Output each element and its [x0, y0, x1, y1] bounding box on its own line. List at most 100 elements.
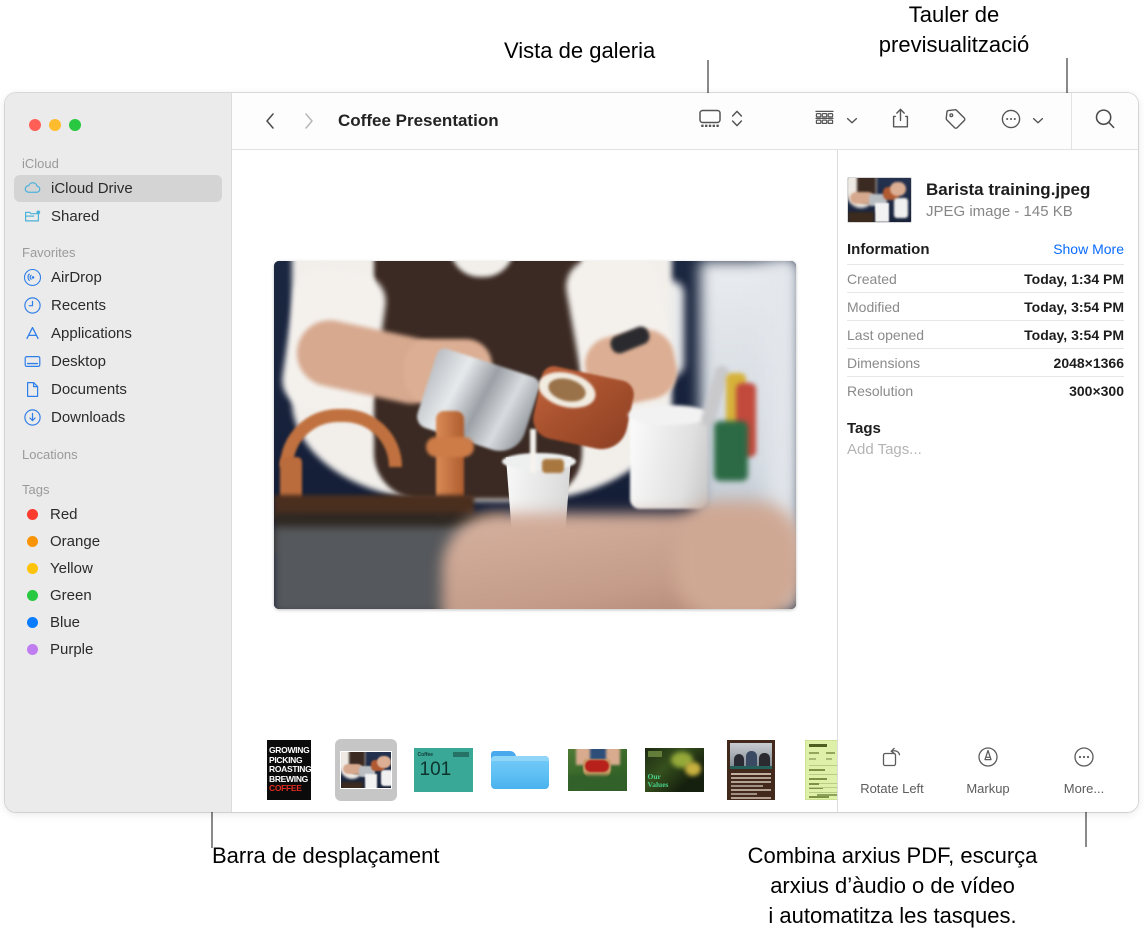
group-items-button[interactable]	[808, 104, 863, 138]
info-key: Resolution	[847, 383, 914, 399]
chevron-down-icon	[1032, 112, 1044, 130]
tag-dot-icon	[27, 535, 38, 547]
thumbnail-coffee-101-slide[interactable]: Coffee 101	[412, 739, 474, 801]
info-key: Dimensions	[847, 355, 921, 371]
callout-more-actions: Combina arxius PDF, escurça arxius d’àud…	[747, 843, 1038, 928]
more-actions-button[interactable]	[995, 104, 1049, 138]
more-label: More...	[1063, 781, 1105, 796]
close-button[interactable]	[29, 119, 41, 131]
sidebar-section-favorites: Favorites	[22, 245, 76, 260]
downloads-icon	[23, 408, 42, 427]
rotate-left-button[interactable]: Rotate Left	[844, 745, 940, 796]
search-button[interactable]	[1072, 104, 1138, 138]
tag-dot-icon	[27, 643, 38, 655]
sidebar-section-locations: Locations	[22, 447, 78, 462]
preview-actions: Rotate Left Markup More...	[838, 745, 1138, 812]
info-key: Last opened	[847, 327, 925, 343]
clock-icon	[23, 296, 42, 315]
scroll-bar[interactable]: GROWING PICKING ROASTING BREWING COFFEE	[232, 728, 837, 812]
sidebar-item-documents[interactable]: Documents	[14, 376, 222, 403]
info-value: Today, 1:34 PM	[1024, 271, 1124, 287]
info-row-last-opened: Last opened Today, 3:54 PM	[847, 320, 1124, 348]
thumb-accent-line: COFFEE	[269, 783, 302, 794]
finder-window: iCloud iCloud Drive Shared Favorites Air…	[5, 93, 1138, 812]
sidebar-item-icloud-drive[interactable]: iCloud Drive	[14, 175, 222, 202]
thumb-number: 101	[419, 759, 452, 780]
more-button[interactable]: More...	[1036, 745, 1132, 796]
thumbnail-folder[interactable]	[489, 739, 551, 801]
sidebar: iCloud iCloud Drive Shared Favorites Air…	[5, 93, 231, 812]
add-tags-input[interactable]: Add Tags...	[847, 441, 1124, 458]
markup-button[interactable]: Markup	[940, 745, 1036, 796]
hero-preview-image[interactable]	[273, 261, 796, 609]
sidebar-item-applications[interactable]: Applications	[14, 320, 222, 347]
sidebar-item-label: Purple	[50, 640, 94, 658]
tag-dot-icon	[27, 589, 38, 601]
sidebar-item-shared[interactable]: Shared	[14, 203, 222, 230]
callout-preview-panel: Tauler de previsualització	[878, 2, 1030, 57]
sidebar-item-label: Red	[50, 505, 78, 523]
info-row-resolution: Resolution 300×300	[847, 376, 1124, 404]
thumbnail-coffee-cherries-photo[interactable]	[566, 739, 628, 801]
file-thumbnail	[847, 177, 912, 223]
sidebar-item-label: Green	[50, 586, 92, 604]
sidebar-item-label: Blue	[50, 613, 81, 631]
rotate-left-icon	[879, 745, 905, 774]
thumbnail-meeting-document[interactable]	[720, 739, 782, 801]
sidebar-item-label: Shared	[51, 208, 100, 225]
rotate-left-label: Rotate Left	[860, 781, 924, 796]
file-kind: JPEG image - 145 KB	[926, 202, 1073, 220]
group-items-icon	[813, 108, 836, 134]
window-controls[interactable]	[29, 119, 81, 131]
info-value: Today, 3:54 PM	[1024, 327, 1124, 343]
info-key: Modified	[847, 299, 900, 315]
sidebar-item-label: iCloud Drive	[51, 180, 133, 197]
thumbnail-barista-training-photo[interactable]	[335, 739, 397, 801]
info-value: 300×300	[1069, 383, 1124, 399]
view-gallery-button[interactable]	[693, 104, 748, 138]
gallery-pane: GROWING PICKING ROASTING BREWING COFFEE	[232, 150, 837, 812]
thumbnail-our-values-slide[interactable]: Our Values	[643, 739, 705, 801]
preview-panel: Barista training.jpeg JPEG image - 145 K…	[837, 150, 1138, 812]
back-button[interactable]	[257, 106, 283, 136]
thumbnail-growing-picking-roasting-brewing-coffee-slide[interactable]: GROWING PICKING ROASTING BREWING COFFEE	[258, 739, 320, 801]
thumb-title: Coffee	[417, 752, 434, 758]
show-more-link[interactable]: Show More	[1053, 241, 1124, 257]
share-icon	[890, 107, 911, 135]
airdrop-icon	[23, 268, 42, 287]
minimize-button[interactable]	[49, 119, 61, 131]
sidebar-item-tag-blue[interactable]: Blue	[14, 609, 222, 635]
sidebar-item-airdrop[interactable]: AirDrop	[14, 264, 222, 291]
thumb-line-2: Values	[647, 780, 669, 789]
forward-button[interactable]	[295, 106, 321, 136]
sidebar-item-tag-purple[interactable]: Purple	[14, 636, 222, 662]
page-title: Coffee Presentation	[338, 111, 499, 130]
toolbar: Coffee Presentation	[232, 93, 1138, 150]
share-button[interactable]	[885, 104, 916, 138]
applications-icon	[23, 324, 42, 343]
sidebar-item-label: Desktop	[51, 353, 107, 370]
search-icon	[1093, 107, 1117, 136]
sidebar-item-tag-green[interactable]: Green	[14, 582, 222, 608]
chevron-up-down-icon	[731, 108, 743, 134]
sidebar-section-tags: Tags	[22, 482, 50, 497]
info-key: Created	[847, 271, 897, 287]
icloud-icon	[23, 179, 42, 198]
sidebar-item-downloads[interactable]: Downloads	[14, 404, 222, 431]
sidebar-item-label: Yellow	[50, 559, 93, 577]
markup-label: Markup	[966, 781, 1010, 796]
info-row-modified: Modified Today, 3:54 PM	[847, 292, 1124, 320]
sidebar-item-tag-red[interactable]: Red	[14, 501, 222, 527]
sidebar-item-label: Recents	[51, 297, 107, 314]
info-value: 2048×1366	[1053, 355, 1124, 371]
zoom-button[interactable]	[69, 119, 81, 131]
tag-button[interactable]	[938, 104, 973, 138]
sidebar-item-tag-yellow[interactable]: Yellow	[14, 555, 222, 581]
sidebar-item-label: Downloads	[51, 409, 126, 426]
sidebar-item-recents[interactable]: Recents	[14, 292, 222, 319]
ellipsis-circle-icon	[1000, 108, 1022, 135]
tag-dot-icon	[27, 562, 38, 574]
sidebar-item-tag-orange[interactable]: Orange	[14, 528, 222, 554]
thumbnail-price-list-spreadsheet[interactable]	[797, 739, 837, 801]
sidebar-item-desktop[interactable]: Desktop	[14, 348, 222, 375]
